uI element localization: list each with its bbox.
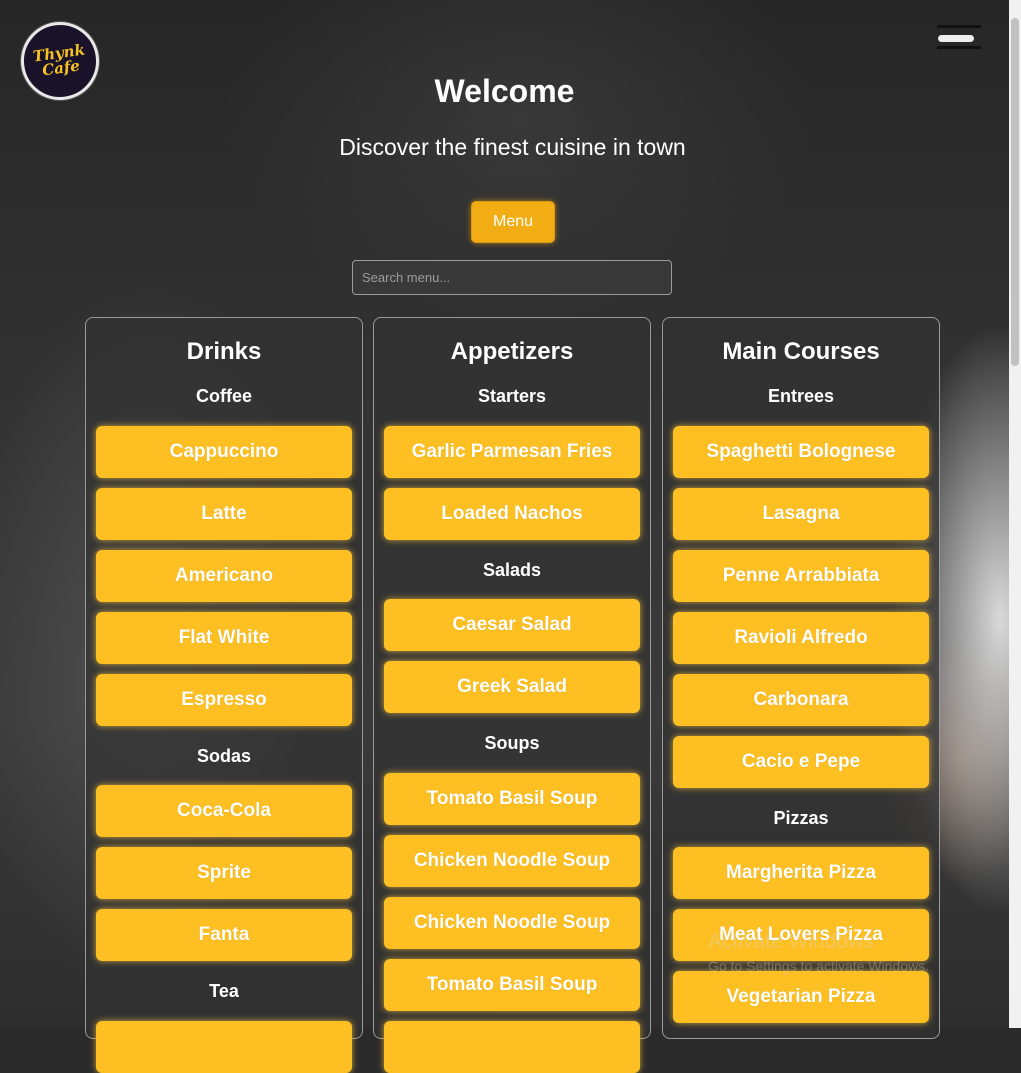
section-heading: Coffee <box>195 386 252 406</box>
menu-button[interactable]: Menu <box>471 201 555 243</box>
menu-item-button[interactable] <box>96 1021 352 1073</box>
menu-item-button[interactable] <box>384 1021 640 1073</box>
menu-item-button[interactable]: Americano <box>96 550 352 602</box>
section-heading: Sodas <box>196 746 252 766</box>
menu-column-drinks: Drinks Coffee Cappuccino Latte Americano… <box>85 317 363 1073</box>
column-heading: Drinks <box>186 338 262 365</box>
column-heading: Appetizers <box>450 338 574 365</box>
menu-item-button[interactable]: Ravioli Alfredo <box>673 612 929 664</box>
menu-item-button[interactable]: Cacio e Pepe <box>673 736 929 788</box>
section-heading: Pizzas <box>773 808 829 828</box>
menu-item-button[interactable]: Chicken Noodle Soup <box>384 835 640 887</box>
menu-item-button[interactable]: Carbonara <box>673 674 929 726</box>
column-heading: Main Courses <box>722 338 880 365</box>
page-subtitle: Discover the finest cuisine in town <box>339 134 686 160</box>
menu-item-button[interactable]: Tomato Basil Soup <box>384 773 640 825</box>
menu-item-button[interactable]: Chicken Noodle Soup <box>384 897 640 949</box>
menu-item-button[interactable]: Vegetarian Pizza <box>673 971 929 1023</box>
watermark-line2: Go to Settings to activate Windows. <box>708 958 929 974</box>
section-heading: Salads <box>482 560 542 580</box>
section-heading: Entrees <box>767 386 835 406</box>
menu-item-button[interactable]: Espresso <box>96 674 352 726</box>
menu-item-button[interactable]: Spaghetti Bolognese <box>673 426 929 478</box>
menu-item-button[interactable]: Fanta <box>96 909 352 961</box>
section-heading: Starters <box>477 386 547 406</box>
search-input[interactable] <box>352 260 672 295</box>
section-heading: Tea <box>209 981 239 1001</box>
hamburger-bar-top <box>937 25 981 28</box>
menu-column-appetizers: Appetizers Starters Garlic Parmesan Frie… <box>373 317 651 1073</box>
menu-item-button[interactable]: Sprite <box>96 847 352 899</box>
page-scrollbar[interactable] <box>1009 0 1021 1028</box>
windows-activation-watermark: Activate Windows Go to Settings to activ… <box>708 930 929 974</box>
menu-item-button[interactable]: Lasagna <box>673 488 929 540</box>
menu-item-button[interactable]: Penne Arrabbiata <box>673 550 929 602</box>
hamburger-bar-middle <box>938 35 974 42</box>
menu-item-button[interactable]: Flat White <box>96 612 352 664</box>
menu-item-button[interactable]: Latte <box>96 488 352 540</box>
hamburger-icon[interactable] <box>937 25 981 49</box>
menu-item-button[interactable]: Coca-Cola <box>96 785 352 837</box>
menu-item-button[interactable]: Cappuccino <box>96 426 352 478</box>
page-title: Welcome <box>434 73 575 109</box>
section-heading: Soups <box>484 733 540 753</box>
menu-item-button[interactable]: Margherita Pizza <box>673 847 929 899</box>
menu-item-button[interactable]: Tomato Basil Soup <box>384 959 640 1011</box>
menu-item-button[interactable]: Caesar Salad <box>384 599 640 651</box>
menu-item-button[interactable]: Loaded Nachos <box>384 488 640 540</box>
menu-item-button[interactable]: Greek Salad <box>384 661 640 713</box>
watermark-line1: Activate Windows <box>708 930 874 953</box>
hamburger-bar-bottom <box>937 46 981 49</box>
menu-item-button[interactable]: Garlic Parmesan Fries <box>384 426 640 478</box>
scrollbar-thumb[interactable] <box>1011 18 1019 366</box>
